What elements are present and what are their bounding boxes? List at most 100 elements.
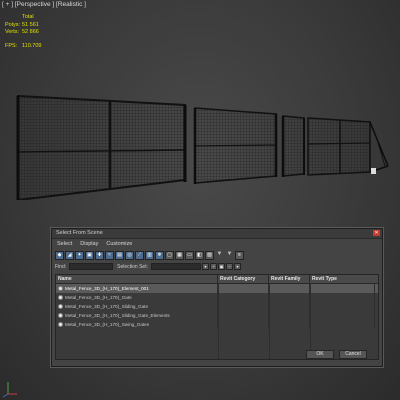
display-spacewarps-icon[interactable]: ≈ [105,250,114,260]
add-selection-set-icon[interactable]: + [209,263,217,270]
list-item-name: Metal_Fence_3D_(H_170)_Sliding_Gate [65,304,148,309]
display-cameras-icon[interactable]: ▣ [85,250,94,260]
stats-total-label: Total [22,14,34,20]
dialog-toolbar: ◆ ◢ ✦ ▣ ✚ ≈ ▤ ◎ ⟋ ▥ ❄ ▢ ▦ ▭ ◧ ▧ ▼ ▼ ≡ [55,250,379,260]
verts-label: Verts: [5,29,20,35]
column-divider [269,283,270,359]
swing-gates-model[interactable] [16,94,187,200]
set-options-icon[interactable]: ▾ [233,263,241,270]
list-rows: Metal_Fence_3D_(H_170)_Element_001 Metal_… [56,284,378,329]
cancel-button[interactable]: Cancel [339,350,367,359]
list-item-name: Metal_Fence_3D_(H_170)_Gate [65,295,132,300]
column-divider [218,283,219,359]
display-geometry-icon[interactable]: ◆ [55,250,64,260]
display-shapes-icon[interactable]: ◢ [65,250,74,260]
display-bones-icon[interactable]: ⟋ [135,250,144,260]
list-item[interactable]: Metal_Fence_3D_(H_170)_Sliding_Gate [56,302,378,311]
list-item-cell [269,320,310,329]
find-input[interactable] [69,263,114,270]
list-item-cell [218,293,269,302]
list-item-cell [269,311,310,320]
display-containers-icon[interactable]: ▥ [145,250,154,260]
display-frozen-icon[interactable]: ❄ [155,250,164,260]
column-divider [310,283,311,359]
list-item-cell [310,284,375,293]
verts-value: 52 866 [22,29,39,35]
list-item[interactable]: Metal_Fence_3D_(H_170)_Element_001 [56,284,378,293]
column-revit-type[interactable]: Revit Type [310,275,375,283]
list-item-cell [218,311,269,320]
fence-element-model[interactable] [193,107,278,184]
selection-set-label: Selection Set: [117,263,148,270]
polys-value: 51 561 [22,21,39,28]
filter-icon[interactable]: ▼ [215,251,224,260]
object-icon [58,304,63,309]
select-from-scene-dialog: Select From Scene ✕ Select Display Custo… [51,228,383,367]
list-item[interactable]: Metal_Fence_3D_(H_170)_Gate [56,293,378,302]
list-item-cell [269,284,310,293]
object-icon [58,295,63,300]
gate-model[interactable] [281,115,305,177]
list-item-name: Metal_Fence_3D_(H_170)_Swing_Gates [65,322,150,327]
display-all-icon[interactable]: ▦ [175,250,184,260]
display-none-icon[interactable]: ▭ [185,250,194,260]
viewport-stats: Total Polys: 51 561 Verts: 52 866 FPS: 110.… [5,14,41,50]
menu-customize[interactable]: Customize [106,241,132,247]
list-item-name-cell: Metal_Fence_3D_(H_170)_Swing_Gates [56,320,218,329]
display-invert-icon[interactable]: ◧ [195,250,204,260]
remove-set-icon[interactable]: − [225,263,233,270]
list-item-cell [218,302,269,311]
list-item-cell [310,302,375,311]
dialog-titlebar[interactable]: Select From Scene ✕ [52,229,382,239]
column-revit-category[interactable]: Revit Category [218,275,269,283]
column-revit-family[interactable]: Revit Family [269,275,310,283]
sliding-gate-model[interactable] [307,117,389,176]
find-label: Find: [55,263,67,270]
fps-value: 110.709 [22,42,42,49]
display-groups-icon[interactable]: ▤ [115,250,124,260]
ok-button[interactable]: OK [306,350,334,359]
list-item[interactable]: Metal_Fence_3D_(H_170)_Swing_Gates [56,320,378,329]
list-item-name-cell: Metal_Fence_3D_(H_170)_Gate [56,293,218,302]
selection-set-select[interactable] [150,263,201,270]
object-list: Name Revit Category Revit Family Revit T… [55,274,379,360]
column-name[interactable]: Name [56,275,218,283]
list-item-cell [310,320,375,329]
list-item-name: Metal_Fence_3D_(H_170)_Element_001 [65,286,149,291]
list-item-name-cell: Metal_Fence_3D_(H_170)_Sliding_Gate_Elem… [56,311,218,320]
fps-label: FPS: [5,42,18,49]
object-icon [58,322,63,327]
display-hidden-icon[interactable]: ▢ [165,250,174,260]
polys-label: Polys: [5,21,20,28]
display-xrefs-icon[interactable]: ◎ [125,250,134,260]
filter-selected-icon[interactable]: ▼ [225,251,234,260]
list-header: Name Revit Category Revit Family Revit T… [56,275,378,284]
list-item-cell [269,293,310,302]
sync-selection-icon[interactable]: ▧ [205,250,214,260]
menu-display[interactable]: Display [80,241,98,247]
list-item-name-cell: Metal_Fence_3D_(H_170)_Element_001 [56,284,218,293]
find-row: Find: Selection Set: ▾ + ▣ − ▾ [55,262,379,271]
list-item-name-cell: Metal_Fence_3D_(H_170)_Sliding_Gate [56,302,218,311]
close-button[interactable]: ✕ [373,230,380,236]
object-icon [58,286,63,291]
display-lights-icon[interactable]: ✦ [75,250,84,260]
list-item[interactable]: Metal_Fence_3D_(H_170)_Sliding_Gate_Elem… [56,311,378,320]
list-item-name: Metal_Fence_3D_(H_170)_Sliding_Gate_Elem… [65,313,170,318]
list-item-cell [310,311,375,320]
viewport-label[interactable]: [ + ] [Perspective ] [Realistic ] [2,1,86,8]
hierarchy-icon[interactable]: ≡ [235,250,244,260]
fence-scene [16,94,389,200]
list-item-cell [218,284,269,293]
selection-set-dropdown-icon[interactable]: ▾ [201,263,209,270]
menu-select[interactable]: Select [57,241,72,247]
list-item-cell [218,320,269,329]
list-item-cell [269,302,310,311]
object-icon [58,313,63,318]
display-helpers-icon[interactable]: ✚ [95,250,104,260]
axis-gizmo-icon [2,382,17,398]
list-item-cell [310,293,375,302]
dialog-menubar: Select Display Customize [52,239,382,249]
select-set-icon[interactable]: ▣ [217,263,225,270]
dialog-title: Select From Scene [56,230,103,236]
